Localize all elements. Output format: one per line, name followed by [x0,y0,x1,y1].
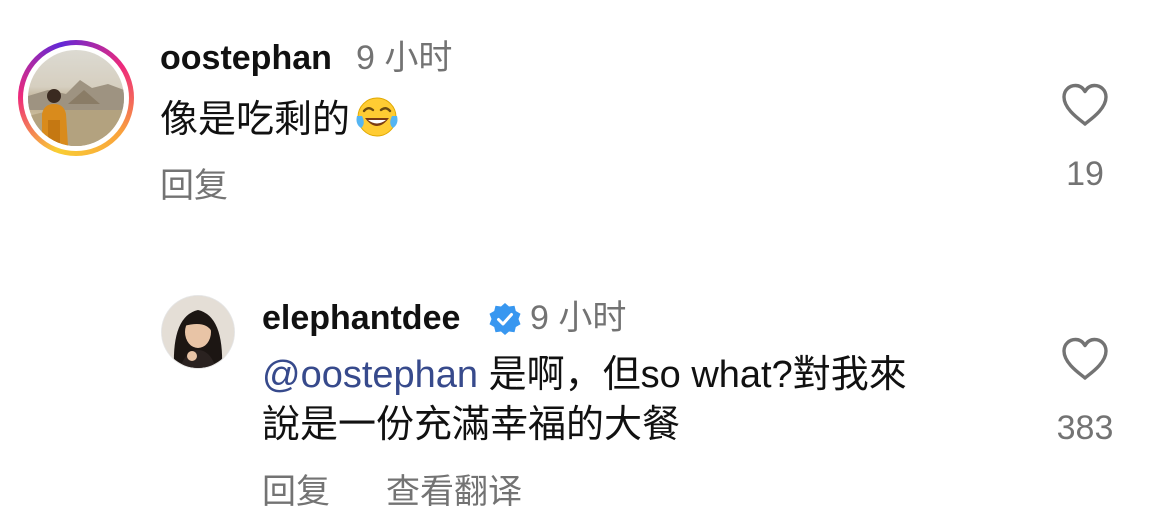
verified-badge-icon [489,303,521,335]
avatar [28,50,124,146]
comment-time: 9 小时 [530,299,627,337]
comment-time: 9 小时 [356,39,453,77]
username[interactable]: oostephan [160,36,332,80]
see-translation-button[interactable]: 查看翻译 [386,470,522,514]
avatar[interactable] [162,296,234,368]
comment-text-line-1: @oostephan 是啊，但so what?對我來 [262,350,1022,400]
like-count: 383 [1056,409,1114,447]
face-with-tears-of-joy-icon [356,97,398,137]
comment-text-body: 像是吃剩的 [160,99,351,141]
reply-button[interactable]: 回复 [160,164,228,208]
like-count: 19 [1066,155,1104,193]
username[interactable]: elephantdee [262,296,460,340]
heart-outline-icon[interactable] [1060,336,1110,382]
mention-link[interactable]: @oostephan [262,354,478,396]
comment-text-line-2: 說是一份充滿幸福的大餐 [262,404,681,446]
comment-text: 像是吃剩的 [160,94,400,144]
heart-outline-icon[interactable] [1060,82,1110,128]
reply-button[interactable]: 回复 [262,470,330,514]
comment-text-body: 是啊，但so what?對我來 [478,354,907,396]
avatar-story-ring[interactable] [18,40,134,156]
comment-text: @oostephan 是啊，但so what?對我來 說是一份充滿幸福的大餐 [262,350,1022,450]
